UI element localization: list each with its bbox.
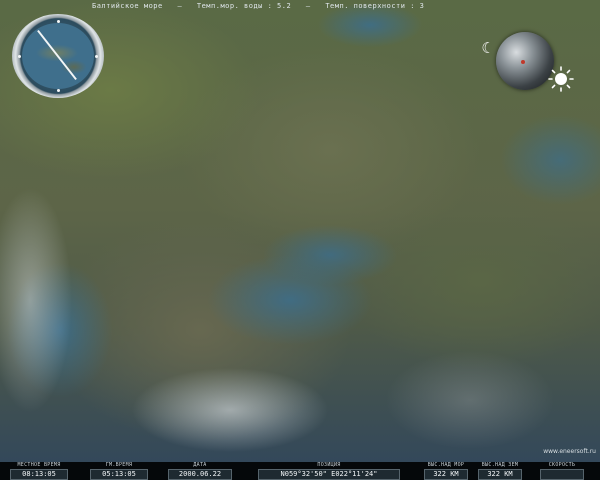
sea-altitude-value: 322 KM bbox=[424, 469, 468, 480]
date-value: 2000.06.22 bbox=[168, 469, 232, 480]
watermark: www.eneersoft.ru bbox=[543, 448, 596, 455]
sun-icon[interactable] bbox=[548, 66, 574, 92]
ground-altitude-value: 322 KM bbox=[478, 469, 522, 480]
moon-icon[interactable]: ☾ bbox=[478, 40, 494, 56]
info-bar: Балтийское море – Темп.мор. воды : 5.2 –… bbox=[0, 0, 600, 14]
globe-icon[interactable] bbox=[496, 32, 554, 90]
local-time-value: 08:13:05 bbox=[10, 469, 68, 480]
compass-tick-s-icon bbox=[57, 89, 60, 92]
speed-value bbox=[540, 469, 584, 480]
gm-time-value: 05:13:05 bbox=[90, 469, 148, 480]
compass-tick-e-icon bbox=[95, 55, 98, 58]
ground-altitude-label: ВЫС.НАД ЗЕМ bbox=[481, 462, 519, 468]
compass-tick-w-icon bbox=[18, 55, 21, 58]
ground-altitude-field: ВЫС.НАД ЗЕМ 322 KM bbox=[478, 462, 522, 480]
speed-label: СКОРОСТЬ bbox=[548, 462, 576, 468]
local-time-field: МЕСТНОЕ ВРЕМЯ 08:13:05 bbox=[10, 462, 68, 480]
date-field: ДАТА 2000.06.22 bbox=[168, 462, 232, 480]
globe-position-marker-icon bbox=[521, 60, 525, 64]
compass-icon[interactable] bbox=[12, 14, 104, 98]
water-temp-value: 5.2 bbox=[277, 2, 292, 10]
water-temp-label: Темп.мор. воды : bbox=[196, 2, 273, 10]
date-label: ДАТА bbox=[193, 462, 207, 468]
gm-time-label: ГМ.ВРЕМЯ bbox=[105, 462, 133, 468]
sea-altitude-label: ВЫС.НАД МОР bbox=[427, 462, 465, 468]
info-line: Балтийское море – Темп.мор. воды : 5.2 –… bbox=[92, 2, 425, 10]
sea-altitude-field: ВЫС.НАД МОР 322 KM bbox=[424, 462, 468, 480]
position-field: ПОЗИЦИЯ N059°32'50" E022°11'24" bbox=[258, 462, 400, 480]
region-name: Балтийское море bbox=[92, 2, 163, 10]
surface-temp-value: 3 bbox=[419, 2, 425, 10]
position-value: N059°32'50" E022°11'24" bbox=[258, 469, 400, 480]
surface-temp-label: Темп. поверхности : bbox=[325, 2, 415, 10]
position-label: ПОЗИЦИЯ bbox=[317, 462, 341, 468]
local-time-label: МЕСТНОЕ ВРЕМЯ bbox=[17, 462, 61, 468]
speed-field: СКОРОСТЬ bbox=[540, 462, 584, 480]
gm-time-field: ГМ.ВРЕМЯ 05:13:05 bbox=[90, 462, 148, 480]
compass-tick-n-icon bbox=[57, 20, 60, 23]
